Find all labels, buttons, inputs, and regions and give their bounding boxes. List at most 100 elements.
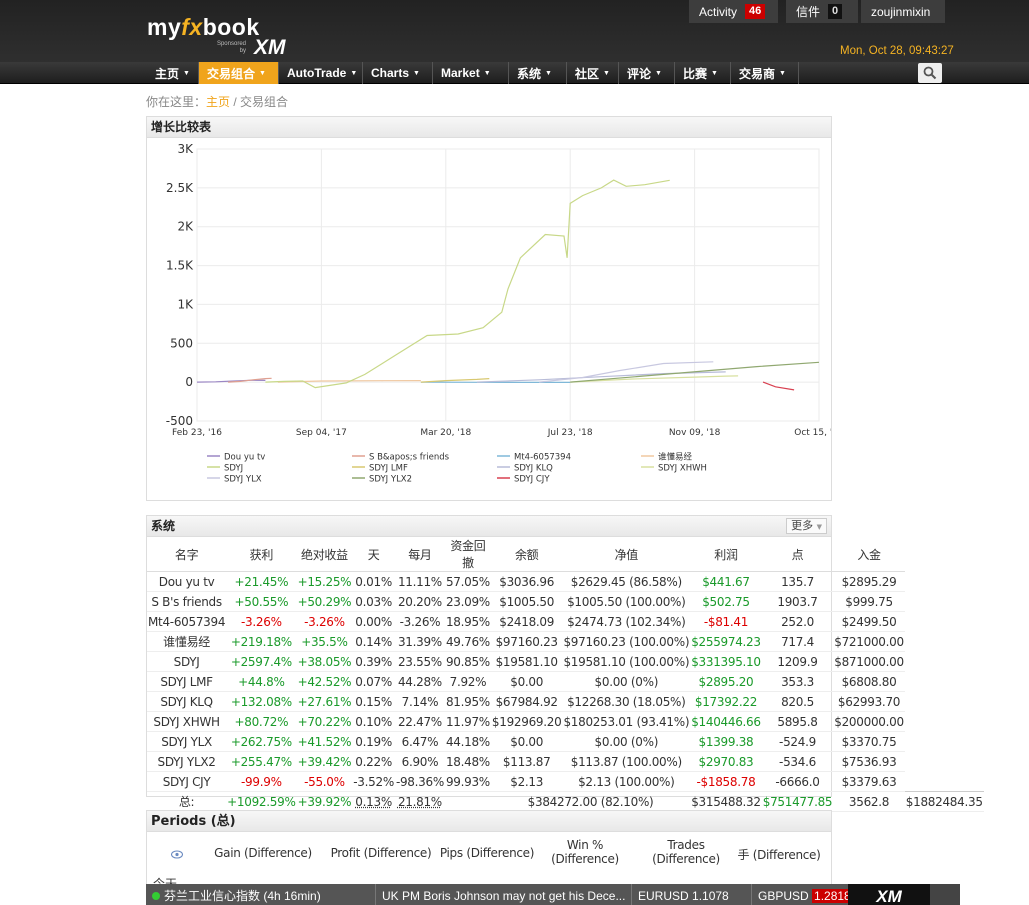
nav-item-label: 比赛: [683, 66, 708, 81]
table-cell: $0.00 (0%): [562, 671, 691, 692]
table-cell: $2895.29: [833, 571, 905, 592]
periods-column-header[interactable]: Win % (Difference): [543, 838, 627, 866]
table-row[interactable]: S B's friends +50.55% +50.29% 0.03% 20.20% 23…: [147, 591, 984, 612]
activity-label: Activity: [699, 4, 738, 19]
system-name-link[interactable]: SDYJ LMF: [147, 671, 227, 692]
legend-item: SDYJ XHWH: [658, 464, 707, 474]
periods-column-header[interactable]: Pips (Difference): [437, 846, 537, 860]
activity-button[interactable]: Activity 46: [689, 0, 778, 23]
periods-column-header[interactable]: 手 (Difference): [731, 846, 827, 863]
ticker-economic-event[interactable]: 芬兰工业信心指数 (4h 16min): [146, 884, 376, 905]
table-cell: +39.42%: [296, 751, 353, 772]
table-cell: 11.11%: [394, 571, 445, 592]
nav-item-label: 社区: [575, 66, 600, 81]
legend-item: Mt4-6057394: [514, 453, 571, 463]
table-row[interactable]: Mt4-6057394 -3.26% -3.26% 0.00% -3.26% 18.95%…: [147, 611, 984, 632]
system-name-link[interactable]: 谁懂易经: [147, 631, 227, 652]
table-cell: 0.07%: [352, 671, 395, 692]
table-row[interactable]: SDYJ KLQ +132.08% +27.61% 0.15% 7.14% 81.95% $…: [147, 691, 984, 712]
table-row[interactable]: SDYJ YLX +262.75% +41.52% 0.19% 6.47% 44.18% $…: [147, 731, 984, 752]
system-name-link[interactable]: SDYJ XHWH: [147, 711, 227, 732]
table-cell: $192969.20: [490, 711, 563, 732]
chevron-down-icon: ▼: [413, 69, 420, 77]
nav-item-2[interactable]: AutoTrade ▼: [279, 62, 363, 84]
system-name-link[interactable]: S B's friends: [147, 591, 227, 612]
systems-panel-header: 系统 更多 ▼: [147, 516, 831, 537]
table-row[interactable]: SDYJ XHWH +80.72% +70.22% 0.10% 22.47% 11.97%…: [147, 711, 984, 732]
eye-icon[interactable]: [170, 848, 184, 862]
table-cell: -3.26%: [296, 611, 353, 632]
xm-logo[interactable]: XM: [254, 36, 286, 60]
periods-column-header[interactable]: Trades (Difference): [643, 838, 729, 866]
system-name-link[interactable]: SDYJ: [147, 651, 227, 672]
table-cell: $2.13 (100.00%): [562, 771, 691, 792]
table-cell: +219.18%: [226, 631, 297, 652]
nav-item-7[interactable]: 评论 ▼: [619, 62, 675, 84]
table-cell: $200000.00: [833, 711, 905, 732]
table-cell: $140446.66: [690, 711, 762, 732]
live-dot-icon: [152, 892, 160, 900]
column-header[interactable]: 获利: [226, 537, 297, 572]
table-cell: +35.5%: [296, 631, 353, 652]
table-cell: $2970.83: [690, 751, 762, 772]
column-header[interactable]: 净值: [562, 537, 691, 572]
ticker-news-headline[interactable]: UK PM Boris Johnson may not get his Dece…: [376, 884, 632, 905]
periods-column-header[interactable]: Gain (Difference): [207, 846, 319, 860]
growth-chart[interactable]: 3K 2.5K 2K 1.5K 1K 500 0 -500Feb 23, '16 Sep 04,…: [147, 138, 831, 500]
periods-column-header[interactable]: Profit (Difference): [329, 846, 433, 860]
user-menu-button[interactable]: zoujinmixin: [861, 0, 945, 23]
column-header[interactable]: 绝对收益: [296, 537, 353, 572]
system-name-link[interactable]: SDYJ CJY: [147, 771, 227, 792]
table-row[interactable]: Dou yu tv +21.45% +15.25% 0.01% 11.11% 57.05%…: [147, 571, 984, 592]
xm-ad-logo[interactable]: XM: [848, 884, 930, 905]
column-header[interactable]: 余额: [490, 537, 563, 572]
table-cell: $19581.10 (100.00%): [562, 651, 691, 672]
breadcrumb-home-link[interactable]: 主页: [206, 95, 230, 109]
nav-item-0[interactable]: 主页 ▼: [147, 62, 199, 84]
nav-item-9[interactable]: 交易商 ▼: [731, 62, 799, 84]
myfxbook-logo[interactable]: myfxbook: [147, 14, 260, 41]
chevron-down-icon: ▼: [183, 69, 190, 77]
username: zoujinmixin: [871, 4, 931, 19]
system-name-link[interactable]: Mt4-6057394: [147, 611, 227, 632]
table-cell: -534.6: [761, 751, 834, 772]
nav-item-3[interactable]: Charts ▼: [363, 62, 433, 84]
column-header[interactable]: 资金回撤: [444, 537, 491, 572]
table-row[interactable]: 谁懂易经 +219.18% +35.5% 0.14% 31.39% 49.76% $9716…: [147, 631, 984, 652]
system-name-link[interactable]: SDYJ YLX: [147, 731, 227, 752]
column-header[interactable]: 入金: [833, 537, 905, 572]
nav-item-6[interactable]: 社区 ▼: [567, 62, 619, 84]
table-cell: 6.90%: [394, 751, 445, 772]
system-name-link[interactable]: SDYJ YLX2: [147, 751, 227, 772]
total-cell: $1882484.35: [904, 791, 984, 812]
column-header[interactable]: 点: [761, 537, 834, 572]
table-row[interactable]: SDYJ +2597.4% +38.05% 0.39% 23.55% 90.85% $195…: [147, 651, 984, 672]
table-cell: $113.87 (100.00%): [562, 751, 691, 772]
table-row[interactable]: SDYJ LMF +44.8% +42.52% 0.07% 44.28% 7.92% $0.…: [147, 671, 984, 692]
column-header[interactable]: 天: [352, 537, 395, 572]
chevron-down-icon: ▼: [350, 69, 358, 77]
breadcrumb-separator: /: [230, 95, 241, 109]
table-cell: +42.52%: [296, 671, 353, 692]
legend-item: SDYJ KLQ: [514, 464, 553, 474]
nav-item-1[interactable]: 交易组合 ▼: [199, 62, 279, 84]
table-row[interactable]: SDYJ YLX2 +255.47% +39.42% 0.22% 6.90% 18.48%…: [147, 751, 984, 772]
table-row[interactable]: SDYJ CJY -99.9% -55.0% -3.52% -98.36% 99.93% $…: [147, 771, 984, 792]
ticker-settings-button[interactable]: [930, 884, 960, 905]
y-tick-label: 3K: [177, 142, 194, 156]
nav-item-8[interactable]: 比赛 ▼: [675, 62, 731, 84]
table-cell: 0.19%: [352, 731, 395, 752]
column-header[interactable]: 名字: [147, 537, 227, 572]
breadcrumb: 你在这里：主页 / 交易组合: [146, 93, 288, 110]
mail-button[interactable]: 信件 0: [786, 0, 858, 23]
search-button[interactable]: [918, 63, 942, 83]
column-header[interactable]: 利润: [690, 537, 762, 572]
system-name-link[interactable]: SDYJ KLQ: [147, 691, 227, 712]
ticker-quote-eurusd[interactable]: EURUSD 1.1078: [632, 884, 752, 905]
ticker-quote-gbpusd[interactable]: GBPUSD 1.28184: [752, 884, 848, 905]
nav-item-4[interactable]: Market ▼: [433, 62, 509, 84]
more-dropdown-button[interactable]: 更多 ▼: [786, 518, 827, 534]
nav-item-5[interactable]: 系统 ▼: [509, 62, 567, 84]
system-name-link[interactable]: Dou yu tv: [147, 571, 227, 592]
column-header[interactable]: 每月: [394, 537, 445, 572]
